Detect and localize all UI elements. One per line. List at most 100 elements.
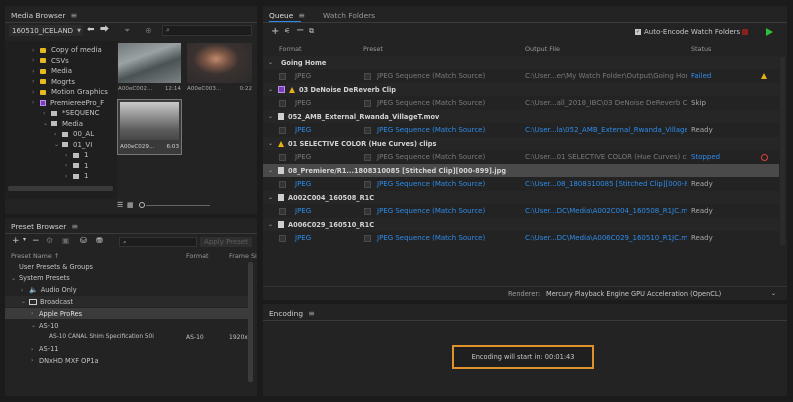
tree-item[interactable]: › Motion Graphics <box>32 87 117 97</box>
preset-value[interactable]: JPEG Sequence (Match Source) <box>377 207 485 215</box>
preset-value[interactable]: JPEG Sequence (Match Source) <box>377 126 485 134</box>
location-dropdown[interactable]: 160510_ICELAND ▼ <box>9 25 83 36</box>
preset-row[interactable]: ⌄ Broadcast <box>5 296 248 308</box>
chevron-right-icon[interactable]: › <box>32 68 40 75</box>
chevron-icon[interactable]: ⌄ <box>11 275 19 282</box>
panel-menu-icon[interactable]: ≡ <box>308 309 315 318</box>
tree-item[interactable]: › 1 <box>65 161 117 171</box>
add-preset-icon[interactable]: + <box>12 236 20 246</box>
chevron-icon[interactable]: › <box>21 287 29 294</box>
row-checkbox[interactable] <box>279 207 286 215</box>
import-icon[interactable]: ⛁ <box>80 236 87 245</box>
chevron-right-icon[interactable]: › <box>32 99 40 106</box>
queue-source-row[interactable]: ⌄ 01 SELECTIVE COLOR (Hue Curves) clips <box>263 137 779 150</box>
chevron-right-icon[interactable]: › <box>65 162 73 169</box>
chevron-icon[interactable]: ⌄ <box>21 298 29 305</box>
list-view-icon[interactable]: ☰ <box>117 201 123 209</box>
format-dropdown[interactable]: JPEG <box>295 234 311 242</box>
queue-output-row[interactable]: JPEG JPEG Sequence (Match Source) C:\User.… <box>263 124 779 137</box>
preset-row[interactable]: › Apple ProRes <box>5 308 248 320</box>
preset-row[interactable]: › 🔈 Audio Only <box>5 285 248 296</box>
chevron-down-icon[interactable]: ⌄ <box>268 86 278 93</box>
chevron-right-icon[interactable]: › <box>32 78 40 85</box>
queue-scrollbar[interactable] <box>780 57 785 245</box>
chevron-down-icon[interactable]: ⌄ <box>268 59 278 66</box>
row-checkbox[interactable] <box>279 99 286 107</box>
add-source-icon[interactable]: + <box>271 26 279 37</box>
preset-value[interactable]: JPEG Sequence (Match Source) <box>377 180 485 188</box>
chevron-down-icon[interactable]: ⌄ <box>268 194 278 201</box>
format-dropdown[interactable]: JPEG <box>295 72 311 80</box>
chevron-right-icon[interactable]: ⌄ <box>54 141 62 148</box>
tree-item[interactable]: › Media <box>32 66 117 76</box>
row-checkbox[interactable] <box>279 234 286 242</box>
output-file-link[interactable]: C:\User...er\My Watch Folder\Output\Goin… <box>525 72 687 80</box>
preset-row[interactable]: User Presets & Groups <box>5 261 248 272</box>
output-file-link[interactable]: C:\User...DC\Media\A006C029_160510_R1JC.… <box>525 234 687 242</box>
chevron-icon[interactable]: ⌄ <box>31 322 39 329</box>
tree-item[interactable]: › *SEQUENC <box>43 108 117 118</box>
dropdown-icon[interactable]: ▾ <box>23 236 26 243</box>
format-dropdown[interactable]: JPEG <box>295 153 311 161</box>
output-file-link[interactable]: C:\User...all_2018_IBC\03 DeNoise DeReve… <box>525 99 687 107</box>
row-checkbox[interactable] <box>279 126 286 134</box>
tab-queue[interactable]: Queue <box>269 11 293 20</box>
icon-view-icon[interactable]: ▦ <box>127 201 134 209</box>
chevron-right-icon[interactable]: › <box>32 89 40 96</box>
tree-scrollbar[interactable] <box>8 186 113 191</box>
panel-menu-icon[interactable]: ≡ <box>71 11 78 20</box>
chevron-right-icon[interactable]: ⌄ <box>43 120 51 127</box>
preset-settings-icon[interactable] <box>364 126 371 134</box>
forward-arrow-icon[interactable]: ⮕ <box>100 25 109 36</box>
apply-preset-button[interactable]: Apply Preset <box>200 237 252 247</box>
column-header-name[interactable]: Preset Name ↑ <box>11 252 59 260</box>
back-arrow-icon[interactable]: ⬅ <box>87 25 95 36</box>
tree-item[interactable]: › PremiereePro_F <box>32 98 117 108</box>
preset-settings-icon[interactable] <box>364 180 371 188</box>
tree-item[interactable]: › CSVs <box>32 56 117 66</box>
column-header-format[interactable]: Format <box>186 252 209 260</box>
preset-settings-icon[interactable] <box>364 72 371 80</box>
tree-item[interactable]: › Copy of media <box>32 45 117 55</box>
clip-thumbnail[interactable] <box>187 43 252 83</box>
tree-item[interactable]: › 00_AL <box>54 129 117 139</box>
preset-search-input[interactable]: ⌕ <box>119 237 197 247</box>
preset-row[interactable]: AS-10 CANAL Shim Specification 50i <box>5 332 248 343</box>
format-dropdown[interactable]: JPEG <box>295 207 311 215</box>
preset-value[interactable]: JPEG Sequence (Match Source) <box>377 72 485 80</box>
ingest-icon[interactable]: ⊕ <box>145 25 152 36</box>
settings-sliders-icon[interactable]: ⚟ <box>284 27 290 35</box>
panel-menu-icon[interactable]: ≡ <box>71 222 78 231</box>
preset-value[interactable]: JPEG Sequence (Match Source) <box>377 99 485 107</box>
column-header-output-file[interactable]: Output File <box>525 45 560 53</box>
column-header-frame-size[interactable]: Frame Si <box>229 252 257 260</box>
tree-item[interactable]: › 1 <box>65 150 117 160</box>
tree-item[interactable]: › Mogrts <box>32 77 117 87</box>
zoom-slider-track[interactable] <box>146 205 210 206</box>
chevron-down-icon[interactable]: ⌄ <box>268 167 278 174</box>
queue-output-row[interactable]: JPEG JPEG Sequence (Match Source) C:\User.… <box>263 70 779 83</box>
queue-output-row[interactable]: JPEG JPEG Sequence (Match Source) C:\User.… <box>263 178 779 191</box>
chevron-icon[interactable]: › <box>31 346 39 353</box>
chevron-right-icon[interactable]: › <box>54 131 62 138</box>
search-input[interactable]: ⌕ <box>162 25 252 36</box>
output-file-link[interactable]: C:\User...01 SELECTIVE COLOR (Hue Curves… <box>525 153 687 161</box>
preset-settings-icon[interactable] <box>364 234 371 242</box>
tree-item[interactable]: ⌄ 01_VI <box>54 140 117 150</box>
auto-encode-toggle[interactable]: ✓ Auto-Encode Watch Folders <box>635 28 740 36</box>
column-header-preset[interactable]: Preset <box>363 45 383 53</box>
queue-output-row[interactable]: JPEG JPEG Sequence (Match Source) C:\User.… <box>263 97 779 110</box>
chevron-right-icon[interactable]: › <box>32 47 40 54</box>
remove-icon[interactable]: − <box>296 25 304 36</box>
chevron-down-icon[interactable]: ⌄ <box>268 221 278 228</box>
queue-source-row[interactable]: ⌄ A002C004_160508_R1C <box>263 191 779 204</box>
output-file-link[interactable]: C:\User...la\052_AMB_External_Rwanda_Vil… <box>525 126 687 134</box>
chevron-down-icon[interactable]: ⌄ <box>268 113 278 120</box>
preset-row[interactable]: ⌄ AS-10 <box>5 320 248 331</box>
preset-value[interactable]: JPEG Sequence (Match Source) <box>377 153 485 161</box>
tree-item[interactable]: › 1 <box>65 171 117 181</box>
tree-item[interactable]: ⌄ Media <box>43 119 117 129</box>
queue-output-row[interactable]: JPEG JPEG Sequence (Match Source) C:\User.… <box>263 151 779 164</box>
preset-row[interactable]: › AS-11 <box>5 344 248 355</box>
preset-row[interactable]: › DNxHD MXF OP1a <box>5 355 248 366</box>
